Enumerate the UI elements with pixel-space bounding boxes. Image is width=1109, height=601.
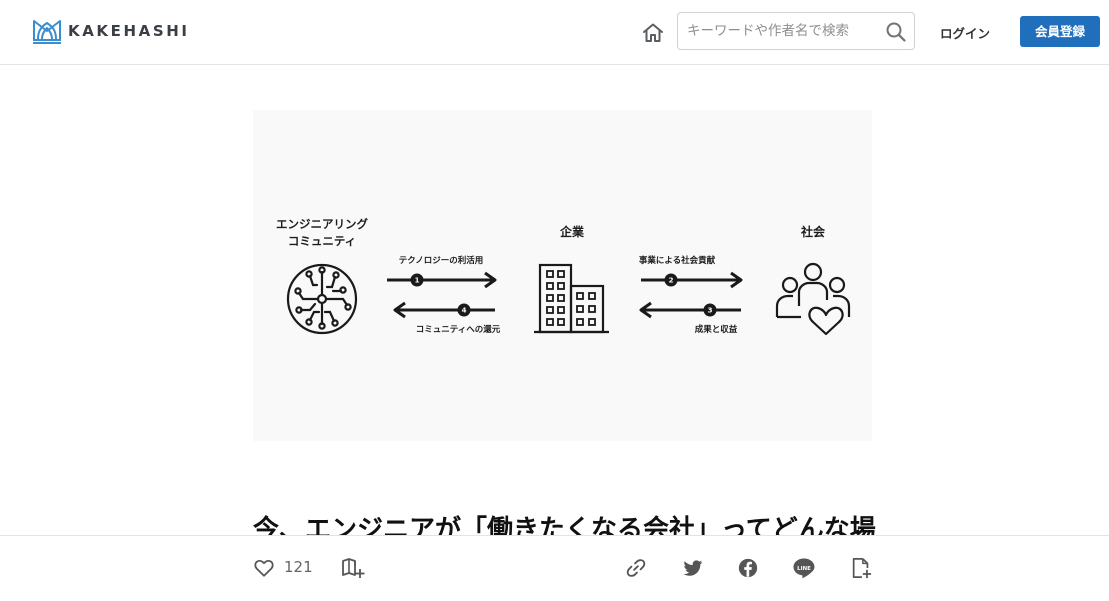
arrow-3-number: 3	[708, 307, 713, 315]
arrow-4-number: 4	[462, 307, 467, 315]
kakehashi-logo-icon	[33, 20, 61, 44]
article-action-bar: 121 LINE	[0, 535, 1109, 601]
arrow-2-label: 事業による社会貢献	[639, 255, 716, 266]
search-input[interactable]	[678, 13, 874, 49]
site-logo[interactable]: KAKEHASHI	[32, 17, 190, 45]
facebook-icon[interactable]	[737, 557, 759, 579]
arrow-2: 事業による社会貢献 2	[639, 255, 743, 289]
signup-button[interactable]: 会員登録	[1020, 16, 1100, 47]
add-document-icon[interactable]	[850, 557, 872, 579]
left-node-title-line2: コミュニティ	[288, 234, 356, 248]
hero-image: エンジニアリング コミュニティ 企業 社会 テクノロジーの利活用 1 4 コミュ…	[253, 110, 872, 441]
heart-icon[interactable]	[253, 557, 275, 579]
arrow-3-label: 成果と収益	[695, 324, 738, 335]
search-icon[interactable]	[885, 21, 907, 43]
arrow-4-label: コミュニティへの還元	[416, 324, 501, 335]
hero-diagram: エンジニアリング コミュニティ 企業 社会 テクノロジーの利活用 1 4 コミュ…	[276, 217, 851, 336]
center-node-title: 企業	[559, 224, 585, 239]
home-icon[interactable]	[641, 21, 665, 45]
arrow-1: テクノロジーの利活用 1	[387, 255, 497, 289]
like-count: 121	[284, 558, 313, 576]
arrow-1-number: 1	[415, 277, 420, 285]
arrow-2-number: 2	[669, 277, 674, 285]
building-icon	[534, 263, 609, 334]
site-header: KAKEHASHI ログイン 会員登録	[0, 0, 1109, 65]
arrow-3: 3 成果と収益	[639, 301, 741, 335]
login-link[interactable]: ログイン	[940, 23, 990, 42]
right-node-title: 社会	[800, 224, 826, 239]
line-icon[interactable]: LINE	[792, 557, 816, 579]
left-node-title-line1: エンジニアリング	[276, 217, 368, 231]
circuit-icon	[286, 263, 358, 335]
logo-text: KAKEHASHI	[68, 22, 190, 40]
add-to-magazine-icon[interactable]	[341, 557, 365, 579]
arrow-1-label: テクノロジーの利活用	[399, 255, 484, 266]
line-icon-text: LINE	[797, 566, 811, 572]
people-heart-icon	[775, 262, 851, 336]
link-icon[interactable]	[625, 557, 647, 579]
search-box	[677, 12, 915, 50]
twitter-icon[interactable]	[682, 557, 704, 579]
arrow-4: 4 コミュニティへの還元	[393, 301, 501, 335]
